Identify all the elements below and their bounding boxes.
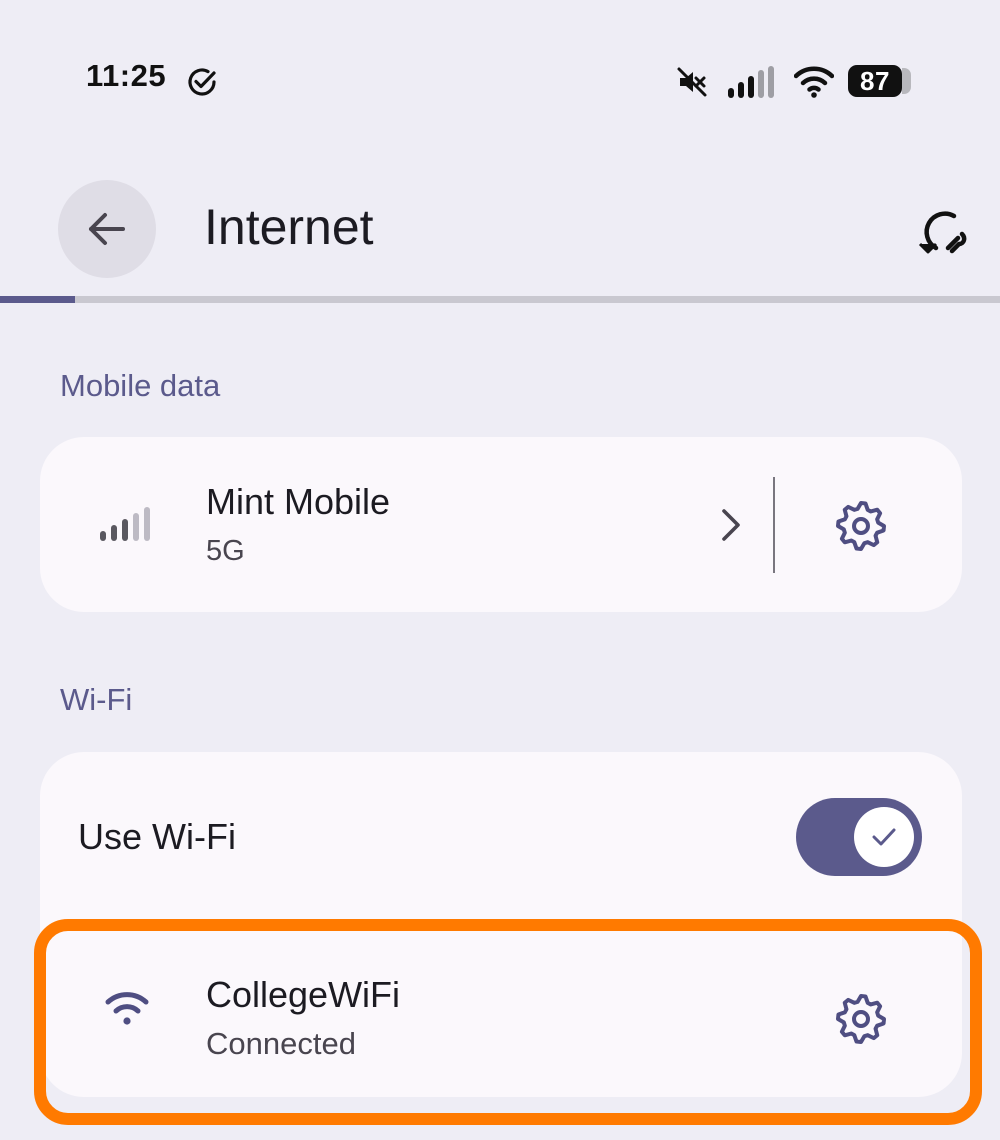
network-name: CollegeWiFi	[206, 974, 401, 1015]
status-time: 11:25	[86, 58, 167, 93]
page-title: Internet	[204, 199, 374, 255]
wifi-header: Wi-Fi	[60, 682, 133, 717]
back-button[interactable]	[58, 180, 156, 278]
divider	[773, 477, 775, 573]
network-status: Connected	[206, 1026, 356, 1061]
mute-icon	[677, 67, 707, 97]
arrow-back-icon	[89, 213, 125, 245]
network-type: 5G	[206, 535, 245, 567]
progress-fill	[0, 296, 75, 303]
toggle-thumb	[854, 807, 914, 867]
loading-progress-bar	[0, 296, 1000, 303]
use-wifi-label: Use Wi-Fi	[78, 816, 236, 857]
mobile-data-header: Mobile data	[60, 368, 221, 403]
wifi-network-collegewifi[interactable]: CollegeWiFi Connected	[40, 928, 962, 1097]
wifi-icon	[105, 992, 149, 1025]
network-reset-icon[interactable]	[914, 204, 970, 260]
status-icons: 87	[676, 62, 926, 102]
check-circle-icon	[188, 68, 216, 96]
battery-empty-portion	[902, 68, 911, 94]
wifi-icon	[794, 66, 834, 98]
cellular-signal-icon	[100, 507, 150, 541]
check-icon	[872, 828, 896, 846]
cellular-signal-icon	[728, 66, 774, 98]
carrier-name: Mint Mobile	[206, 481, 391, 522]
gear-hub	[852, 1010, 870, 1028]
gear-hub	[852, 517, 870, 535]
gear-outline	[836, 994, 886, 1044]
gear-outline	[836, 501, 886, 551]
wifi-card: Use Wi-Fi CollegeWiFi Connected	[40, 752, 962, 1097]
battery-icon: 87	[848, 65, 902, 97]
gear-icon[interactable]	[834, 499, 888, 553]
use-wifi-toggle[interactable]	[796, 798, 922, 876]
gear-icon[interactable]	[834, 992, 888, 1046]
mobile-data-card[interactable]: Mint Mobile 5G	[40, 437, 962, 612]
chevron-right-icon[interactable]	[716, 505, 746, 545]
